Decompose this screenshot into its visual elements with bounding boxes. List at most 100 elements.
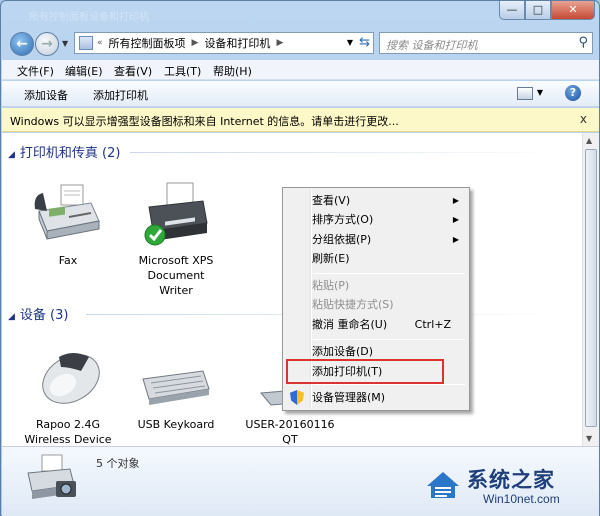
search-input[interactable]: 搜索 设备和打印机 ⚲ <box>379 32 593 54</box>
context-menu-refresh[interactable]: 刷新(E) <box>285 249 467 268</box>
arrow-right-icon: → <box>41 36 53 52</box>
breadcrumb-separator-icon[interactable]: ▶ <box>192 38 199 48</box>
device-rapoo-mouse-label: Rapoo 2.4G Wireless Device <box>16 417 120 447</box>
device-rapoo-mouse[interactable]: Rapoo 2.4G Wireless Device <box>16 345 120 447</box>
breadcrumb-control-panel[interactable]: 所有控制面板项 <box>109 35 186 51</box>
device-usb-keyboard-label: USB Keykoard <box>137 418 215 431</box>
add-printer-button[interactable]: 添加打印机 <box>93 87 148 103</box>
watermark-url: Win10net.com <box>483 492 560 506</box>
add-device-button[interactable]: 添加设备 <box>24 87 68 103</box>
label-line: Writer <box>159 284 193 297</box>
device-computer-label: USER-20160116 QT <box>238 417 342 447</box>
address-bar[interactable]: « 所有控制面板项 ▶ 设备和打印机 ▶ ▼ ⇆ <box>74 32 374 54</box>
label-line: USER-20160116 <box>245 418 335 431</box>
group-header-printers-label: 打印机和传真 (2) <box>19 146 121 161</box>
label-line: QT <box>282 433 298 446</box>
highlight-annotation <box>286 359 444 384</box>
menu-separator <box>313 273 465 274</box>
group-header-devices[interactable]: ◢ 设备 (3) <box>8 304 68 323</box>
label-line: Rapoo 2.4G <box>35 418 101 431</box>
control-panel-icon <box>79 36 93 50</box>
breadcrumb-devices-printers[interactable]: 设备和打印机 <box>204 35 270 51</box>
fax-icon <box>33 181 103 247</box>
recent-pages-dropdown[interactable]: ▼ <box>62 39 68 48</box>
watermark-title: 系统之家 <box>467 467 555 492</box>
title-bar[interactable]: 所有控制面板 设备和打印机 — □ ✕ <box>1 1 599 29</box>
window-controls: — □ ✕ <box>499 1 595 20</box>
navigation-bar: ← → ▼ « 所有控制面板项 ▶ 设备和打印机 ▶ ▼ ⇆ 搜索 设备和打印机… <box>1 29 599 59</box>
keyboard-icon <box>141 345 211 411</box>
group-header-devices-label: 设备 (3) <box>19 308 69 323</box>
context-menu-undo-rename[interactable]: 撤消 重命名(U) Ctrl+Z <box>285 315 467 334</box>
refresh-icon[interactable]: ⇆ <box>359 35 370 50</box>
shield-icon <box>290 390 304 405</box>
label-line: Microsoft XPS <box>138 254 214 267</box>
printer-camera-icon <box>27 454 76 499</box>
watermark: 系统之家 Win10net.com <box>423 462 593 510</box>
info-bar[interactable]: Windows 可以显示增强型设备图标和来自 Internet 的信息。请单击进… <box>2 108 599 132</box>
scroll-thumb[interactable] <box>585 149 597 427</box>
menu-view[interactable]: 查看(V) <box>114 63 152 79</box>
search-placeholder: 搜索 设备和打印机 <box>386 39 478 52</box>
context-menu-device-manager-label: 设备管理器(M) <box>312 391 386 404</box>
menu-file[interactable]: 文件(F) <box>17 63 54 79</box>
context-menu-paste-shortcut[interactable]: 粘贴快捷方式(S) <box>285 295 467 314</box>
device-xps-writer[interactable]: Microsoft XPS Document Writer <box>124 181 228 298</box>
details-pane: 5 个对象 系统之家 Win10net.com <box>2 446 599 516</box>
ghost-title-1: 所有控制面板 <box>29 12 89 23</box>
breadcrumb-overflow[interactable]: « <box>97 38 103 48</box>
mouse-icon <box>33 345 103 411</box>
collapse-chevron-icon[interactable]: ◢ <box>8 150 15 160</box>
context-menu-group-by-label: 分组依据(P) <box>312 233 372 246</box>
menu-separator <box>313 384 465 385</box>
menu-help[interactable]: 帮助(H) <box>213 63 252 79</box>
back-button[interactable]: ← <box>10 32 34 56</box>
help-icon[interactable]: ? <box>565 85 581 101</box>
close-button[interactable]: ✕ <box>551 1 595 20</box>
label-line: Wireless Device <box>24 433 112 446</box>
device-fax-label: Fax <box>58 254 78 267</box>
arrow-left-icon: ← <box>16 36 28 52</box>
context-menu-group-by[interactable]: 分组依据(P) ▶ <box>285 230 467 249</box>
view-dropdown-icon[interactable]: ▼ <box>537 88 543 97</box>
info-bar-close-icon[interactable]: x <box>580 112 587 126</box>
submenu-arrow-icon: ▶ <box>452 215 459 224</box>
forward-button[interactable]: → <box>35 32 59 56</box>
maximize-button[interactable]: □ <box>525 1 551 20</box>
address-dropdown-icon[interactable]: ▼ <box>347 38 353 47</box>
submenu-arrow-icon: ▶ <box>452 235 459 244</box>
context-menu-sort-by-label: 排序方式(O) <box>312 213 374 226</box>
label-line: Document <box>147 269 205 282</box>
explorer-window: 所有控制面板 设备和打印机 — □ ✕ ← → ▼ « 所有控制面板项 ▶ 设备… <box>0 0 600 516</box>
collapse-chevron-icon[interactable]: ◢ <box>8 312 15 322</box>
shortcut-text: Ctrl+Z <box>414 318 451 331</box>
device-xps-writer-label: Microsoft XPS Document Writer <box>124 253 228 298</box>
menu-edit[interactable]: 编辑(E) <box>65 63 103 79</box>
context-menu-view[interactable]: 查看(V) ▶ <box>285 191 467 210</box>
minimize-button[interactable]: — <box>499 1 525 20</box>
context-menu-undo-rename-label: 撤消 重命名(U) <box>312 318 388 331</box>
vertical-scrollbar[interactable]: ▲ ▼ <box>582 133 599 446</box>
group-header-printers[interactable]: ◢ 打印机和传真 (2) <box>8 142 120 161</box>
context-menu-sort-by[interactable]: 排序方式(O) ▶ <box>285 210 467 229</box>
context-menu-paste[interactable]: 粘贴(P) <box>285 276 467 295</box>
context-menu-device-manager[interactable]: 设备管理器(M) <box>285 388 467 407</box>
item-count: 5 个对象 <box>96 457 140 470</box>
menu-tools[interactable]: 工具(T) <box>164 63 201 79</box>
breadcrumb-separator-icon[interactable]: ▶ <box>276 38 283 48</box>
info-bar-text: Windows 可以显示增强型设备图标和来自 Internet 的信息。请单击进… <box>10 115 399 128</box>
device-fax[interactable]: Fax <box>16 181 120 268</box>
change-view-icon[interactable] <box>517 87 533 100</box>
context-menu-view-label: 查看(V) <box>312 194 351 207</box>
scroll-up-icon[interactable]: ▲ <box>586 136 592 145</box>
submenu-arrow-icon: ▶ <box>452 196 459 205</box>
search-icon[interactable]: ⚲ <box>578 35 588 50</box>
printer-icon <box>141 181 211 247</box>
watermark-logo-icon <box>427 472 459 498</box>
scroll-down-icon[interactable]: ▼ <box>586 434 592 443</box>
ghost-title-2: 设备和打印机 <box>89 12 149 23</box>
menu-separator <box>313 339 465 340</box>
group-divider <box>130 152 570 153</box>
device-usb-keyboard[interactable]: USB Keykoard <box>124 345 228 432</box>
command-bar: 添加设备 添加打印机 ▼ ? <box>2 81 599 107</box>
